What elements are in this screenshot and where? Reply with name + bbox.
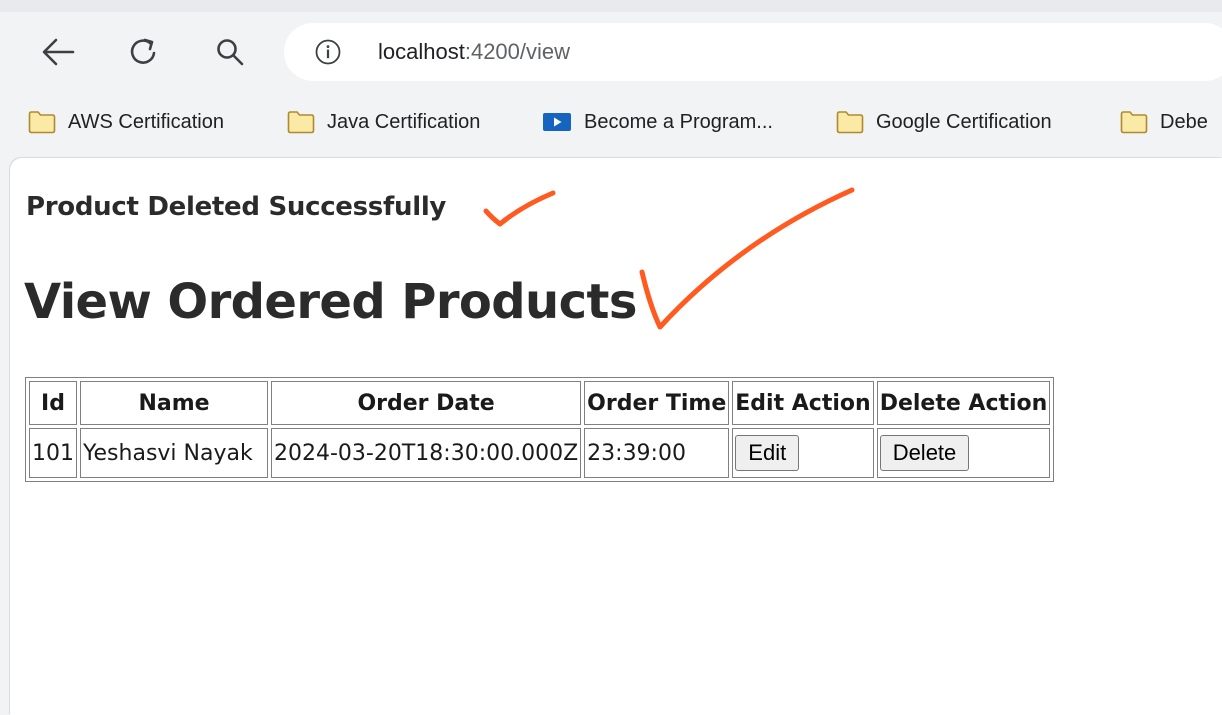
delete-button[interactable]: Delete <box>879 435 970 471</box>
cell-delete-action: Delete <box>876 428 1051 478</box>
folder-icon <box>1120 111 1148 134</box>
url-path: :4200/view <box>464 39 571 64</box>
column-header-id: Id <box>29 381 77 425</box>
back-arrow-icon <box>42 38 75 66</box>
cell-order-time: 23:39:00 <box>584 428 730 478</box>
bookmark-label: Java Certification <box>327 110 481 133</box>
search-icon <box>217 39 244 66</box>
info-icon[interactable] <box>315 39 341 65</box>
bookmark-become-a-programmer[interactable]: Become a Program... <box>542 106 773 138</box>
back-button[interactable] <box>38 32 78 72</box>
tab-strip <box>0 0 1222 12</box>
bookmark-label: Debe <box>1160 110 1208 133</box>
folder-icon <box>287 111 315 134</box>
page-content: Product Deleted Successfully View Ordere… <box>10 158 1222 715</box>
bookmark-label: Become a Program... <box>584 110 773 133</box>
bookmark-java-certification[interactable]: Java Certification <box>287 106 480 138</box>
url-host: localhost <box>378 39 465 64</box>
folder-icon <box>28 111 56 134</box>
bookmark-label: Google Certification <box>876 110 1052 133</box>
reload-icon <box>130 38 156 64</box>
bookmark-google-certification[interactable]: Google Certification <box>836 106 1052 138</box>
column-header-delete-action: Delete Action <box>876 381 1051 425</box>
cell-id: 101 <box>29 428 77 478</box>
search-button[interactable] <box>210 32 250 72</box>
orders-table: Id Name Order Date Order Time Edit Actio… <box>25 377 1055 482</box>
column-header-order-time: Order Time <box>584 381 730 425</box>
status-message: Product Deleted Successfully <box>26 192 447 222</box>
cell-name: Yeshasvi Nayak <box>80 428 268 478</box>
column-header-name: Name <box>80 381 268 425</box>
url-text[interactable]: localhost:4200/view <box>378 38 570 66</box>
bookmark-aws-certification[interactable]: AWS Certification <box>28 106 224 138</box>
address-bar[interactable]: localhost:4200/view <box>284 23 1222 81</box>
bookmarks-bar: AWS Certification Java Certification Bec… <box>0 94 1222 150</box>
reload-button[interactable] <box>124 32 164 72</box>
cell-order-date: 2024-03-20T18:30:00.000Z <box>271 428 582 478</box>
table-header-row: Id Name Order Date Order Time Edit Actio… <box>29 381 1051 425</box>
bookmark-debe[interactable]: Debe <box>1120 106 1208 138</box>
play-icon <box>543 113 571 131</box>
table-row: 101 Yeshasvi Nayak 2024-03-20T18:30:00.0… <box>29 428 1051 478</box>
page-title: View Ordered Products <box>24 274 637 330</box>
bookmark-label: AWS Certification <box>68 110 224 133</box>
column-header-order-date: Order Date <box>271 381 582 425</box>
browser-window: localhost:4200/view AWS Certification Ja… <box>0 0 1222 715</box>
column-header-edit-action: Edit Action <box>732 381 874 425</box>
edit-button[interactable]: Edit <box>735 435 800 471</box>
cell-edit-action: Edit <box>732 428 874 478</box>
browser-toolbar: localhost:4200/view <box>0 12 1222 94</box>
folder-icon <box>836 111 864 134</box>
